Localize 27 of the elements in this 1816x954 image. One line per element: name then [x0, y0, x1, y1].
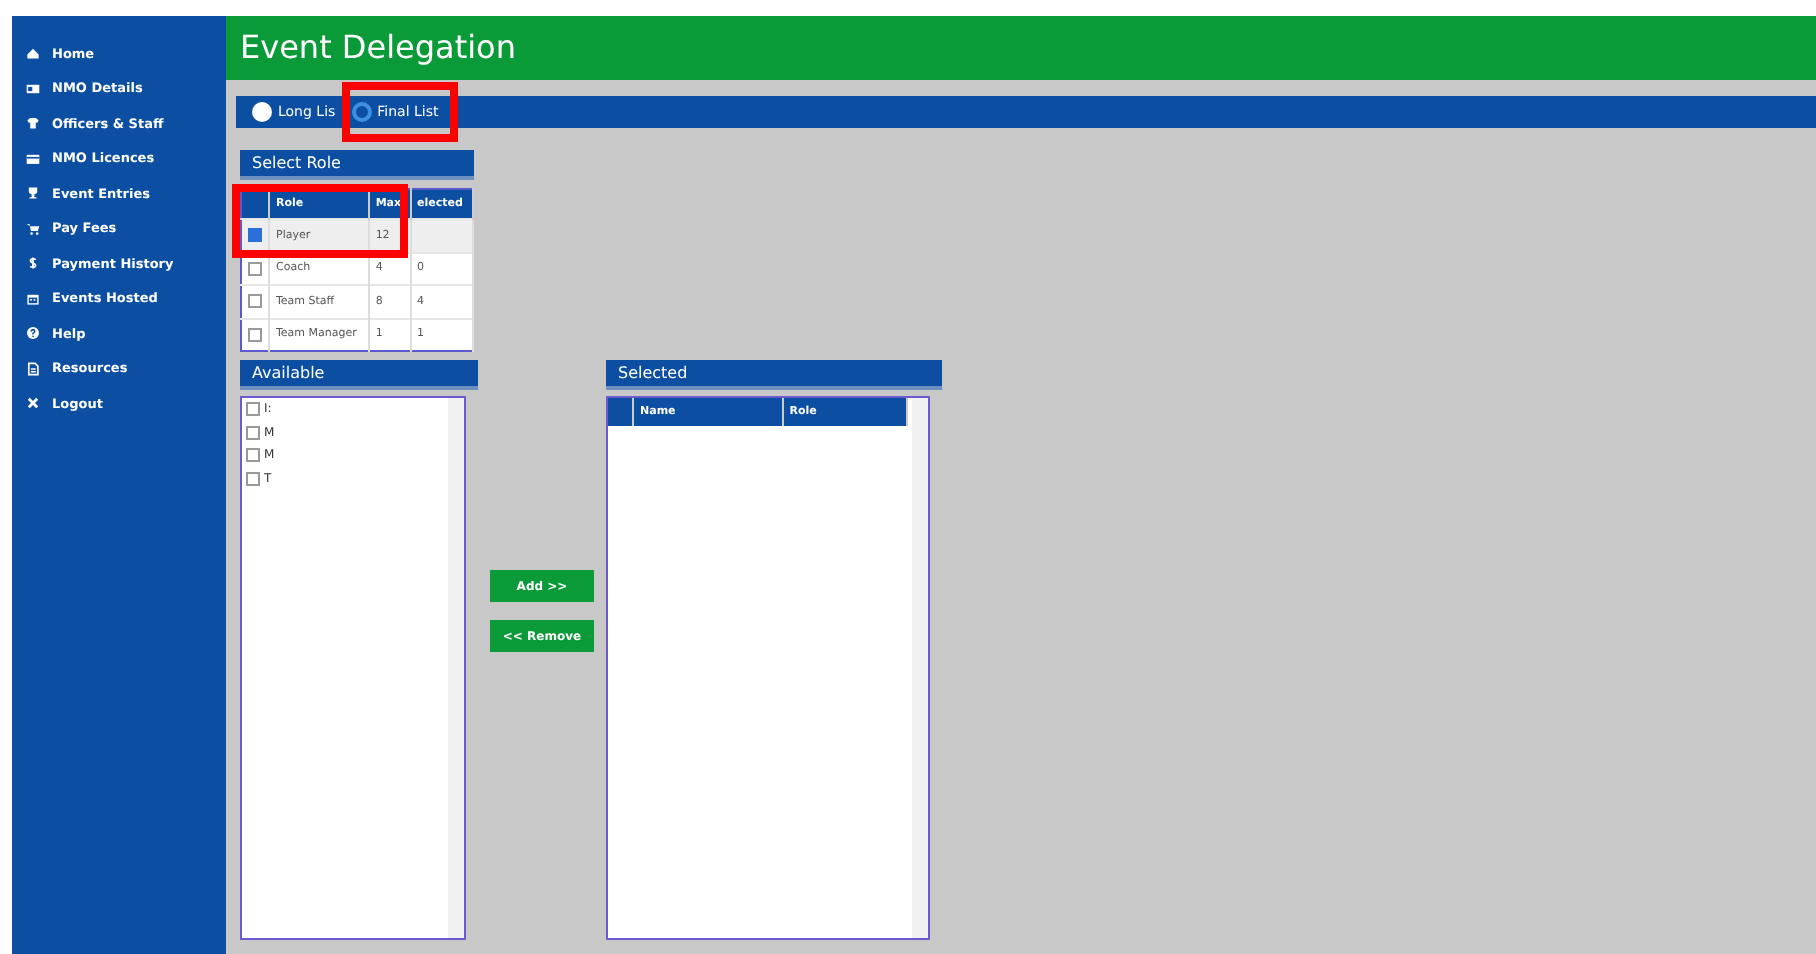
page-title-bar: Event Delegation: [226, 16, 1816, 80]
id-card-icon: [26, 81, 40, 96]
calendar-icon: [26, 291, 40, 306]
checkbox[interactable]: [246, 471, 260, 486]
card-icon: [26, 151, 40, 166]
section-header: Available: [240, 360, 478, 390]
section-header: Select Role: [240, 150, 474, 180]
checkbox[interactable]: [246, 448, 260, 463]
checkbox[interactable]: [248, 228, 262, 243]
shirt-icon: [26, 116, 40, 131]
scrollbar[interactable]: [912, 398, 928, 938]
checkbox[interactable]: [246, 402, 260, 417]
scrollbar[interactable]: [448, 398, 464, 938]
section-header: Selected: [606, 360, 942, 390]
checkbox[interactable]: [248, 327, 262, 342]
dollar-icon: [26, 256, 40, 271]
checkbox[interactable]: [246, 425, 260, 440]
help-icon: [26, 326, 40, 341]
table-cell: [410, 219, 473, 252]
checkbox[interactable]: [248, 261, 262, 276]
cart-icon: [26, 221, 40, 236]
home-icon: [26, 46, 40, 61]
close-icon: [26, 396, 40, 411]
checkbox[interactable]: [248, 294, 262, 309]
highlight-frame: [342, 82, 458, 142]
trophy-icon: [26, 186, 40, 201]
document-icon: [26, 361, 40, 376]
